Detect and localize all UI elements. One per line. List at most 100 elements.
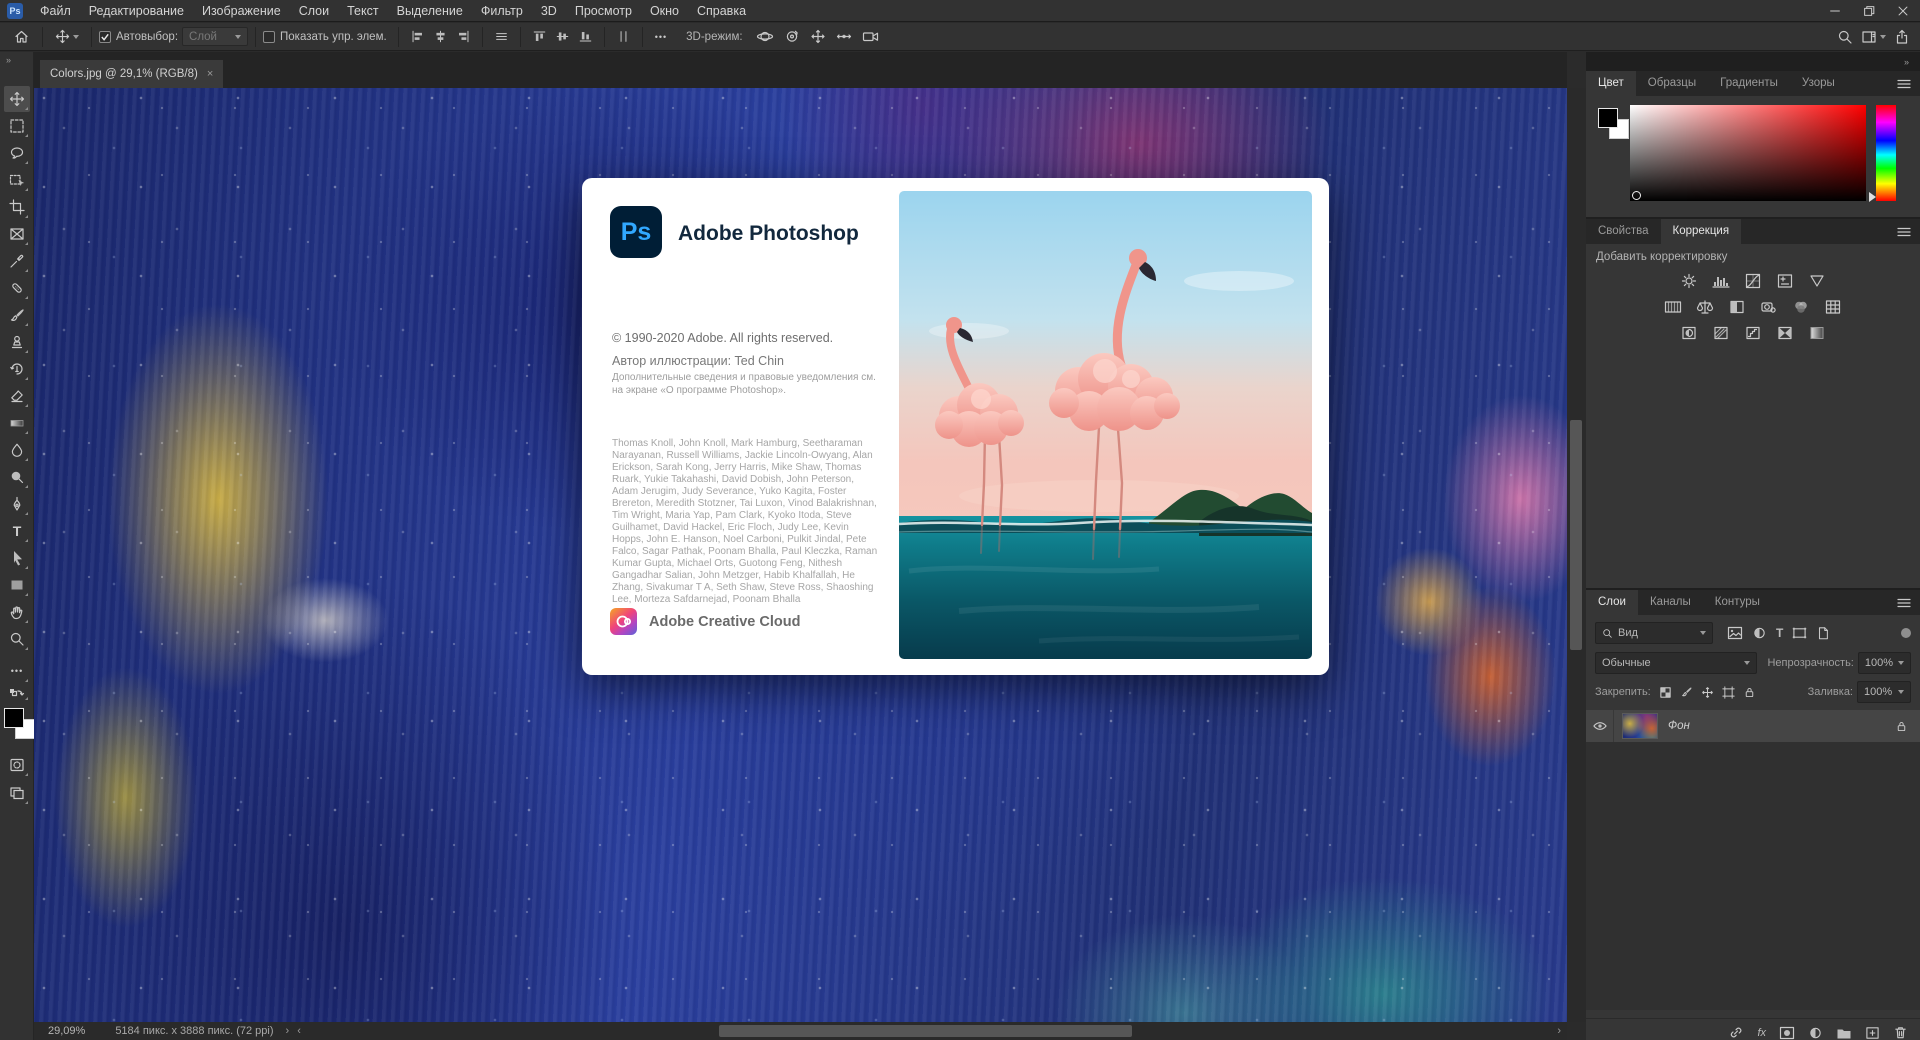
panel-menu-icon[interactable]: [1897, 78, 1920, 90]
history-brush-tool[interactable]: [4, 356, 30, 382]
status-flyout-icon[interactable]: ›: [282, 1025, 294, 1037]
crop-tool[interactable]: [4, 194, 30, 220]
layer-filter-toggle[interactable]: [1901, 628, 1911, 638]
scroll-right-icon[interactable]: ›: [1553, 1025, 1565, 1037]
share-icon[interactable]: [1894, 29, 1910, 45]
menu-edit[interactable]: Редактирование: [80, 0, 193, 22]
exposure-icon[interactable]: [1774, 272, 1796, 289]
show-controls-checkbox[interactable]: [263, 31, 275, 43]
3d-pan-icon[interactable]: [805, 29, 831, 44]
quick-mask-icon[interactable]: [4, 752, 30, 778]
menu-3d[interactable]: 3D: [532, 0, 566, 22]
move-tool-preset-icon[interactable]: [50, 29, 84, 44]
saturation-cursor[interactable]: [1632, 191, 1641, 200]
hue-saturation-icon[interactable]: [1662, 298, 1684, 315]
tab-gradients[interactable]: Градиенты: [1708, 71, 1790, 96]
gradient-tool[interactable]: [4, 410, 30, 436]
new-adjustment-layer-icon[interactable]: [1808, 1026, 1823, 1040]
brightness-contrast-icon[interactable]: [1678, 272, 1700, 289]
document-tab[interactable]: Colors.jpg @ 29,1% (RGB/8) ×: [40, 60, 223, 88]
canvas[interactable]: Ps Adobe Photoshop © 1990-2020 Adobe. Al…: [34, 88, 1567, 1022]
frame-tool[interactable]: [4, 221, 30, 247]
dodge-tool[interactable]: [4, 464, 30, 490]
tab-properties[interactable]: Свойства: [1586, 219, 1661, 244]
filter-type-layers-icon[interactable]: T: [1776, 626, 1783, 640]
invert-icon[interactable]: [1678, 324, 1700, 341]
restore-button[interactable]: [1852, 0, 1886, 22]
vertical-scrollbar-thumb[interactable]: [1570, 420, 1582, 650]
new-layer-icon[interactable]: [1865, 1026, 1880, 1040]
align-middle-icon[interactable]: [551, 30, 574, 43]
layer-visibility-toggle[interactable]: [1586, 710, 1614, 742]
gradient-map-icon[interactable]: [1774, 324, 1796, 341]
horizontal-scrollbar-thumb[interactable]: [719, 1025, 1132, 1037]
menu-image[interactable]: Изображение: [193, 0, 290, 22]
distribute-v-icon[interactable]: [612, 30, 635, 43]
brush-tool[interactable]: [4, 302, 30, 328]
clone-stamp-tool[interactable]: [4, 329, 30, 355]
object-selection-tool[interactable]: [4, 167, 30, 193]
color-balance-icon[interactable]: [1694, 298, 1716, 315]
align-right-icon[interactable]: [452, 30, 475, 43]
menu-select[interactable]: Выделение: [388, 0, 472, 22]
close-button[interactable]: [1886, 0, 1920, 22]
layer-select[interactable]: Слой: [182, 27, 248, 46]
panel-color-swatches[interactable]: [1598, 108, 1632, 142]
rectangular-marquee-tool[interactable]: [4, 113, 30, 139]
filter-adjustment-layers-icon[interactable]: [1752, 626, 1767, 640]
status-back-icon[interactable]: ‹: [293, 1025, 305, 1037]
search-icon[interactable]: [1837, 29, 1853, 45]
hue-slider-marker[interactable]: [1869, 192, 1876, 202]
vibrance-icon[interactable]: [1806, 272, 1828, 289]
minimize-button[interactable]: [1818, 0, 1852, 22]
dock-collapse-icon[interactable]: »: [1586, 52, 1920, 71]
distribute-h-icon[interactable]: [490, 30, 513, 43]
3d-roll-icon[interactable]: [779, 29, 805, 44]
curves-icon[interactable]: [1742, 272, 1764, 289]
tab-channels[interactable]: Каналы: [1638, 590, 1703, 615]
lock-artboard-icon[interactable]: [1722, 686, 1735, 699]
autoselect-checkbox[interactable]: [99, 31, 111, 43]
add-mask-icon[interactable]: [1779, 1026, 1795, 1040]
tab-swatches[interactable]: Образцы: [1636, 71, 1708, 96]
layer-thumbnail[interactable]: [1622, 713, 1658, 739]
tab-close-icon[interactable]: ×: [207, 68, 213, 80]
tab-layers[interactable]: Слои: [1586, 590, 1638, 615]
lock-pixels-icon[interactable]: [1680, 686, 1693, 699]
blur-tool[interactable]: [4, 437, 30, 463]
color-lookup-icon[interactable]: [1822, 298, 1844, 315]
foreground-color-swatch[interactable]: [4, 708, 24, 728]
eyedropper-tool[interactable]: [4, 248, 30, 274]
rectangle-tool[interactable]: [4, 572, 30, 598]
3d-camera-icon[interactable]: [857, 29, 885, 44]
home-icon[interactable]: [8, 28, 35, 45]
tab-paths[interactable]: Контуры: [1703, 590, 1772, 615]
align-bottom-icon[interactable]: [574, 30, 597, 43]
toolbar-collapse-icon[interactable]: »: [0, 52, 33, 65]
zoom-level[interactable]: 29,09%: [48, 1025, 85, 1037]
menu-layers[interactable]: Слои: [290, 0, 338, 22]
black-white-icon[interactable]: [1726, 298, 1748, 315]
panel-menu-icon[interactable]: [1897, 597, 1920, 609]
spot-healing-brush-tool[interactable]: [4, 275, 30, 301]
filter-shape-layers-icon[interactable]: [1792, 626, 1807, 640]
align-center-h-icon[interactable]: [429, 30, 452, 43]
pen-tool[interactable]: [4, 491, 30, 517]
edit-toolbar-icon[interactable]: •••: [4, 658, 30, 684]
default-swap-colors-icon[interactable]: [4, 686, 30, 702]
hand-tool[interactable]: [4, 599, 30, 625]
tab-adjustments[interactable]: Коррекция: [1661, 219, 1742, 244]
hue-slider[interactable]: [1876, 105, 1896, 201]
align-left-icon[interactable]: [406, 30, 429, 43]
zoom-tool[interactable]: [4, 626, 30, 652]
tab-patterns[interactable]: Узоры: [1790, 71, 1847, 96]
blend-mode-select[interactable]: Обычные: [1595, 652, 1757, 674]
menu-type[interactable]: Текст: [338, 0, 387, 22]
path-selection-tool[interactable]: [4, 545, 30, 571]
delete-layer-icon[interactable]: [1893, 1025, 1908, 1040]
3d-orbit-icon[interactable]: [751, 29, 779, 44]
selective-color-icon[interactable]: [1806, 324, 1828, 341]
menu-file[interactable]: Файл: [31, 0, 80, 22]
filter-smart-objects-icon[interactable]: [1816, 626, 1830, 641]
opacity-select[interactable]: 100%: [1858, 652, 1911, 674]
